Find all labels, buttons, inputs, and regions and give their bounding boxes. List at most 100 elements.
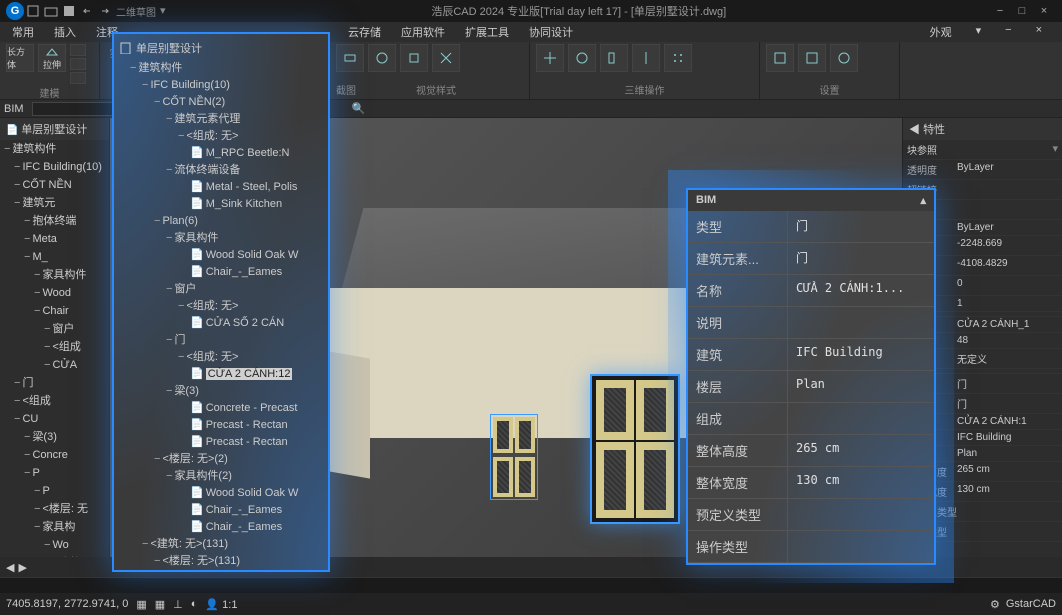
tree-item[interactable]: −<楼层: 无>(2) [118,451,324,468]
tree-item[interactable]: −<组成 [0,338,109,356]
help-icon[interactable]: − [997,22,1019,42]
tree-item[interactable]: 📄Wood Solid Oak W [118,247,324,264]
menu-item[interactable]: 插入 [46,22,84,42]
appearance-menu[interactable]: 外观 [922,22,960,42]
menu-item[interactable]: 扩展工具 [457,22,517,42]
workspace-label[interactable]: 二维草图 [116,4,156,19]
tree-item[interactable]: −<组成: 无> [118,298,324,315]
open-icon[interactable] [44,4,58,18]
tree-item[interactable]: −门 [0,374,109,392]
extrude-tool[interactable]: 拉伸 [38,44,66,72]
3drotate-tool[interactable] [568,44,596,72]
selected-door[interactable] [590,374,680,524]
tree-item[interactable]: −Wo [0,536,109,554]
tree-item[interactable]: −Concre [0,446,109,464]
tree-item[interactable]: −CU [0,410,109,428]
tree-item[interactable]: −家具构件(2) [118,468,324,485]
tree-item[interactable]: −IFC Building(10) [0,158,109,176]
tree-item[interactable]: −CỐT NỀN [0,176,109,194]
tree-item[interactable]: 📄Precast - Rectan [118,417,324,434]
undo-icon[interactable] [80,4,94,18]
tree-item[interactable]: −<楼层: 无>(131) [118,553,324,570]
3dmove-tool[interactable] [536,44,564,72]
tree-item[interactable]: 📄CỬA 2 CÁNH:12 [118,366,324,383]
tree-item[interactable]: −梁(3) [118,383,324,400]
tree-item[interactable]: −窗户 [118,281,324,298]
tree-item[interactable]: −建筑元素代理 [118,111,324,128]
tree-item[interactable]: −Wood [0,284,109,302]
box-tool[interactable]: 长方体 [6,44,34,72]
menu-item[interactable]: 协同设计 [521,22,581,42]
dropdown-arrow-icon[interactable]: ▾ [160,4,166,19]
tree-item[interactable]: 📄Chair_-_Eames [118,502,324,519]
tree-item[interactable]: −<组成: 无> [118,128,324,145]
arrow-right-icon[interactable]: ▶ [18,561,26,574]
dropdown-arrow-icon[interactable]: ▾ [968,22,990,42]
door-instance-small[interactable] [490,414,538,500]
view-tool[interactable] [766,44,794,72]
tree-item[interactable]: −<建筑: 无>(131) [118,536,324,553]
tree-item[interactable]: 📄M_Sink Kitchen [118,196,324,213]
gear-icon[interactable]: ⚙ [990,598,1000,611]
flatshot-tool[interactable] [400,44,428,72]
save-icon[interactable] [62,4,76,18]
tree-item[interactable]: 📄M_RPC Beetle:N [118,145,324,162]
tree-item[interactable]: 📄Chair_-_Eames [118,519,324,536]
tool-icon[interactable] [70,72,86,84]
tree-item[interactable]: 📄CỬA SỐ 2 CÁN [118,315,324,332]
tree-item[interactable]: 📄Metal - Steel, Polis [118,179,324,196]
tree-item[interactable]: −P [0,464,109,482]
new-icon[interactable] [26,4,40,18]
tree-item[interactable]: −建筑元 [0,194,109,212]
maximize-icon[interactable]: □ [1014,5,1030,17]
tree-item[interactable]: 📄Precast - Rectan [118,434,324,451]
tree-item[interactable]: −家具构件 [0,266,109,284]
menu-item[interactable]: 应用软件 [393,22,453,42]
search-icon[interactable]: 🔍 [352,102,366,115]
tree-item[interactable]: −家具构 [0,518,109,536]
tree-item[interactable]: −<楼层: 无 [0,500,109,518]
tree-item[interactable]: −<组成: 无> [118,349,324,366]
wireframe-tool[interactable] [432,44,460,72]
tree-item[interactable]: 📄Wood Solid Oak W [118,485,324,502]
polar-toggle[interactable]: ◐ [191,598,198,610]
tree-item[interactable]: −梁(3) [0,428,109,446]
tree-item[interactable]: −流体终端设备 [118,162,324,179]
ortho-toggle[interactable]: ⊥ [173,598,183,611]
tree-item[interactable]: 📄Concrete - Precast [118,400,324,417]
tree-item[interactable]: −窗户 [0,320,109,338]
tree-item[interactable]: −P [0,482,109,500]
arrow-left-icon[interactable]: ◀ [6,561,14,574]
tree-item[interactable]: −CỐT NỀN(2) [118,94,324,111]
tool-icon[interactable] [70,58,86,70]
drawing-tool[interactable] [798,44,826,72]
section-plane-tool[interactable] [336,44,364,72]
profile-tool[interactable] [830,44,858,72]
tree-item[interactable]: −M_ [0,248,109,266]
grid-toggle[interactable]: ▦ [155,598,165,611]
tree-item[interactable]: −<组成 [0,392,109,410]
collapse-icon[interactable]: ▴ [920,194,926,207]
tree-item[interactable]: −Plan(6) [118,213,324,230]
menu-item[interactable]: 常用 [4,22,42,42]
3dmirror-tool[interactable] [632,44,660,72]
redo-icon[interactable] [98,4,112,18]
tree-item[interactable]: −家具构件 [118,230,324,247]
section-tool[interactable] [368,44,396,72]
tree-item[interactable]: −CỬA [0,356,109,374]
3dalign-tool[interactable] [600,44,628,72]
minimize-icon[interactable]: − [992,5,1008,17]
tree-item[interactable]: −栏杆(2) [118,570,324,572]
tree-item[interactable]: −门 [118,332,324,349]
3darray-tool[interactable] [664,44,692,72]
scale[interactable]: 👤 1:1 [205,598,237,611]
tree-item[interactable]: −Chair [0,302,109,320]
tree-item[interactable]: −IFC Building(10) [118,77,324,94]
menu-item[interactable]: 云存储 [340,22,389,42]
close-icon[interactable]: × [1036,5,1052,17]
tree-item[interactable]: −Meta [0,230,109,248]
tree-item[interactable]: 📄Chair_-_Eames [118,264,324,281]
close-doc-icon[interactable]: × [1028,22,1050,42]
tree-item[interactable]: −抱体终端 [0,212,109,230]
tool-icon[interactable] [70,44,86,56]
